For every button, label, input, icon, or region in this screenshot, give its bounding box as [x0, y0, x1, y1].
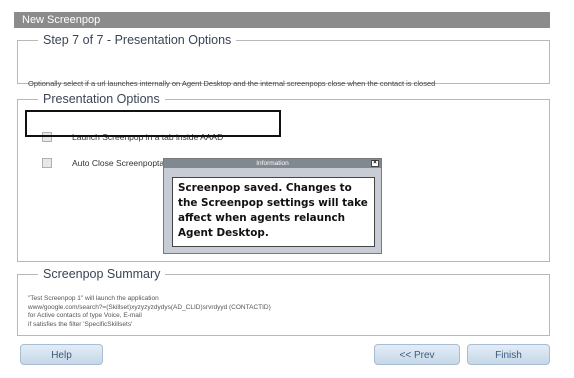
- auto-close-checkbox[interactable]: [42, 158, 52, 168]
- highlight-box: [25, 110, 281, 137]
- help-button[interactable]: Help: [20, 344, 103, 365]
- dialog-body: Screenpop saved. Changes to the Screenpo…: [172, 177, 375, 247]
- window-title: New Screenpop: [14, 12, 550, 28]
- dialog-title: Information: [256, 160, 289, 167]
- step-heading: Step 7 of 7 - Presentation Options: [43, 33, 232, 47]
- step-panel: Step 7 of 7 - Presentation Options Optio…: [17, 33, 550, 88]
- close-icon[interactable]: ×: [371, 159, 379, 167]
- step-description: Optionally select if a url launches inte…: [28, 79, 436, 88]
- summary-line: if satisfies the filter 'SpecificSkillse…: [28, 320, 133, 328]
- summary-line: "Test Screenpop 1" will launch the appli…: [28, 295, 159, 302]
- summary-text: "Test Screenpop 1" will launch the appli…: [28, 295, 271, 329]
- finish-button[interactable]: Finish: [467, 344, 550, 365]
- presentation-options-heading: Presentation Options: [43, 92, 160, 106]
- summary-line: for Active contacts of type Voice, E-mai…: [28, 312, 142, 319]
- screenpop-summary-panel: Screenpop Summary "Test Screenpop 1" wil…: [17, 267, 550, 336]
- dialog-message: Screenpop saved. Changes to the Screenpo…: [178, 182, 368, 239]
- information-dialog: Information × Screenpop saved. Changes t…: [163, 158, 382, 254]
- prev-button[interactable]: << Prev: [374, 344, 460, 365]
- summary-line: www/google.com/search?=(Skillset)xyzyzyz…: [28, 303, 271, 311]
- dialog-titlebar: Information ×: [164, 159, 381, 168]
- screenpop-summary-heading: Screenpop Summary: [43, 267, 161, 281]
